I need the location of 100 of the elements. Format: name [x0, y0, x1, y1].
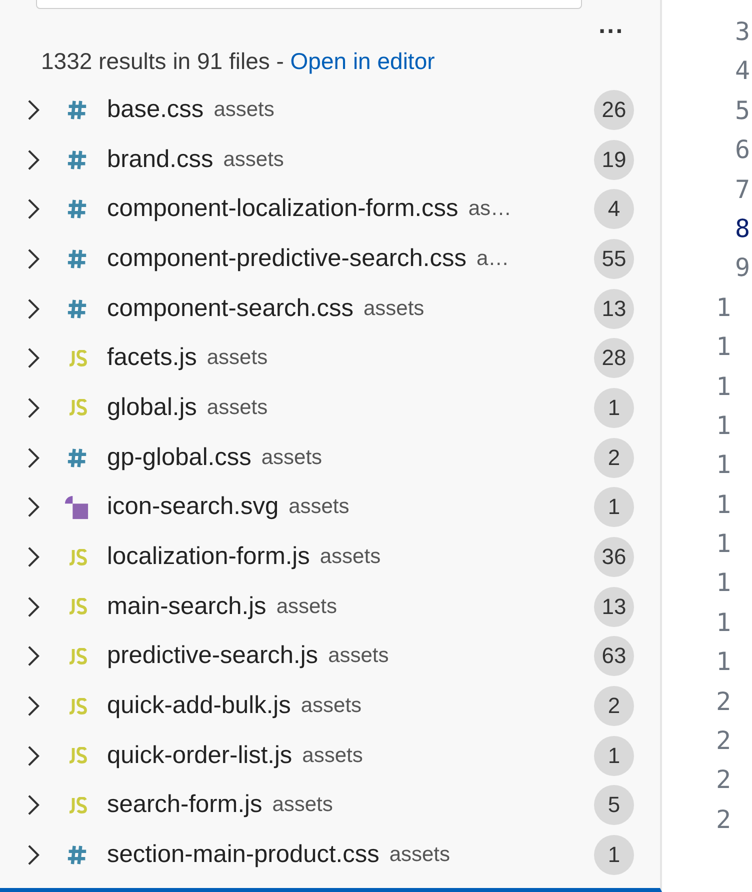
file-name[interactable]: brand.css [107, 146, 214, 174]
match-count-badge: 13 [594, 586, 634, 627]
hash-icon [67, 199, 87, 220]
line-number: 6 [734, 134, 751, 166]
folder-name: as… [468, 197, 512, 222]
line-number: 2 [715, 686, 732, 718]
chevron-right-icon[interactable] [27, 396, 40, 419]
line-number: 7 [734, 174, 751, 206]
match-count-badge: 36 [594, 537, 634, 578]
match-count-badge: 28 [594, 338, 634, 378]
folder-name: assets [276, 594, 338, 619]
folder-name: assets [206, 346, 269, 370]
js-file-icon [67, 747, 89, 764]
match-count-badge: 2 [594, 438, 634, 478]
folder-name: assets [261, 446, 324, 470]
chevron-right-icon[interactable] [27, 596, 40, 618]
match-count-badge: 1 [594, 736, 634, 776]
folder-name: assets [363, 296, 426, 321]
chevron-right-icon[interactable] [27, 347, 40, 370]
folder-name: assets [214, 98, 276, 122]
file-name[interactable]: section-main-product.css [107, 841, 380, 870]
file-name[interactable]: main-search.js [107, 592, 266, 621]
chevron-right-icon[interactable] [27, 446, 40, 469]
line-number: 2 [715, 764, 732, 796]
match-count-badge: 1 [594, 487, 634, 528]
chevron-right-icon[interactable] [27, 546, 40, 568]
js-file-icon [67, 350, 89, 367]
open-in-editor-link[interactable]: Open in editor [290, 48, 435, 74]
hash-icon [67, 248, 87, 269]
chevron-right-icon[interactable] [27, 844, 40, 866]
line-number: 1 [715, 528, 732, 560]
line-number: 1 [715, 331, 732, 364]
match-count-badge: 1 [594, 835, 634, 876]
chevron-right-icon[interactable] [27, 148, 40, 171]
hash-icon [67, 448, 87, 468]
chevron-right-icon[interactable] [27, 496, 40, 518]
line-number: 1 [715, 567, 732, 600]
line-number: 3 [734, 16, 751, 48]
chevron-right-icon[interactable] [27, 198, 40, 220]
hash-icon [67, 845, 87, 866]
file-name[interactable]: localization-form.js [107, 543, 310, 572]
line-number: 1 [715, 292, 732, 324]
more-actions-button[interactable]: ... [598, 12, 624, 40]
match-count-badge: 2 [594, 686, 634, 726]
chevron-right-icon[interactable] [27, 248, 40, 270]
file-name[interactable]: search-form.js [107, 791, 262, 820]
file-name[interactable]: gp-global.css [107, 444, 252, 472]
line-number: 8 [734, 212, 751, 245]
match-count-badge: 26 [594, 90, 634, 130]
js-file-icon [67, 796, 89, 814]
line-number: 9 [734, 252, 751, 284]
chevron-right-icon[interactable] [27, 695, 40, 718]
folder-name: assets [320, 545, 382, 570]
hash-icon [67, 298, 87, 319]
chevron-right-icon[interactable] [27, 298, 40, 320]
folder-name: assets [288, 495, 350, 520]
file-name[interactable]: quick-add-bulk.js [107, 692, 291, 720]
file-name[interactable]: component-predictive-search.css [107, 244, 466, 273]
file-name[interactable]: component-localization-form.css [107, 195, 458, 224]
match-count-badge: 63 [594, 636, 634, 676]
match-count-badge: 5 [594, 785, 634, 826]
line-number: 1 [715, 606, 732, 639]
folder-name: assets [389, 843, 452, 868]
chevron-right-icon[interactable] [27, 98, 40, 121]
folder-name: assets [328, 644, 390, 668]
line-number: 4 [734, 55, 751, 88]
shapes-icon [64, 494, 89, 520]
match-count-badge: 19 [594, 140, 634, 180]
line-number: 5 [734, 94, 751, 127]
folder-name: assets [302, 744, 364, 768]
line-number: 1 [715, 488, 732, 521]
file-name[interactable]: component-search.css [107, 294, 354, 323]
line-number: 2 [715, 804, 732, 836]
file-name[interactable]: icon-search.svg [107, 493, 279, 522]
file-name[interactable]: base.css [107, 96, 204, 124]
folder-name: assets [223, 148, 285, 172]
js-file-icon [67, 698, 89, 715]
file-name[interactable]: predictive-search.js [107, 642, 318, 670]
line-number: 1 [715, 449, 732, 482]
match-count-badge: 4 [594, 189, 634, 230]
file-name[interactable]: global.js [107, 394, 197, 422]
match-count-badge: 1 [594, 388, 634, 428]
file-name[interactable]: facets.js [107, 344, 197, 372]
chevron-right-icon[interactable] [27, 744, 40, 767]
hash-icon [67, 150, 87, 170]
line-number: 2 [715, 725, 732, 758]
folder-name: assets [300, 694, 363, 718]
chevron-right-icon[interactable] [27, 645, 40, 668]
match-count-badge: 13 [594, 288, 634, 329]
chevron-right-icon[interactable] [27, 794, 40, 816]
line-number: 1 [715, 370, 732, 403]
folder-name: a… [476, 246, 510, 271]
line-number: 1 [715, 646, 732, 678]
line-number: 1 [715, 410, 732, 442]
folder-name: assets [272, 793, 334, 818]
js-file-icon [67, 648, 89, 665]
file-name[interactable]: quick-order-list.js [107, 742, 292, 770]
hash-icon [67, 100, 87, 120]
js-file-icon [67, 399, 89, 416]
results-summary: 1332 results in 91 files - Open in editor [41, 48, 436, 75]
